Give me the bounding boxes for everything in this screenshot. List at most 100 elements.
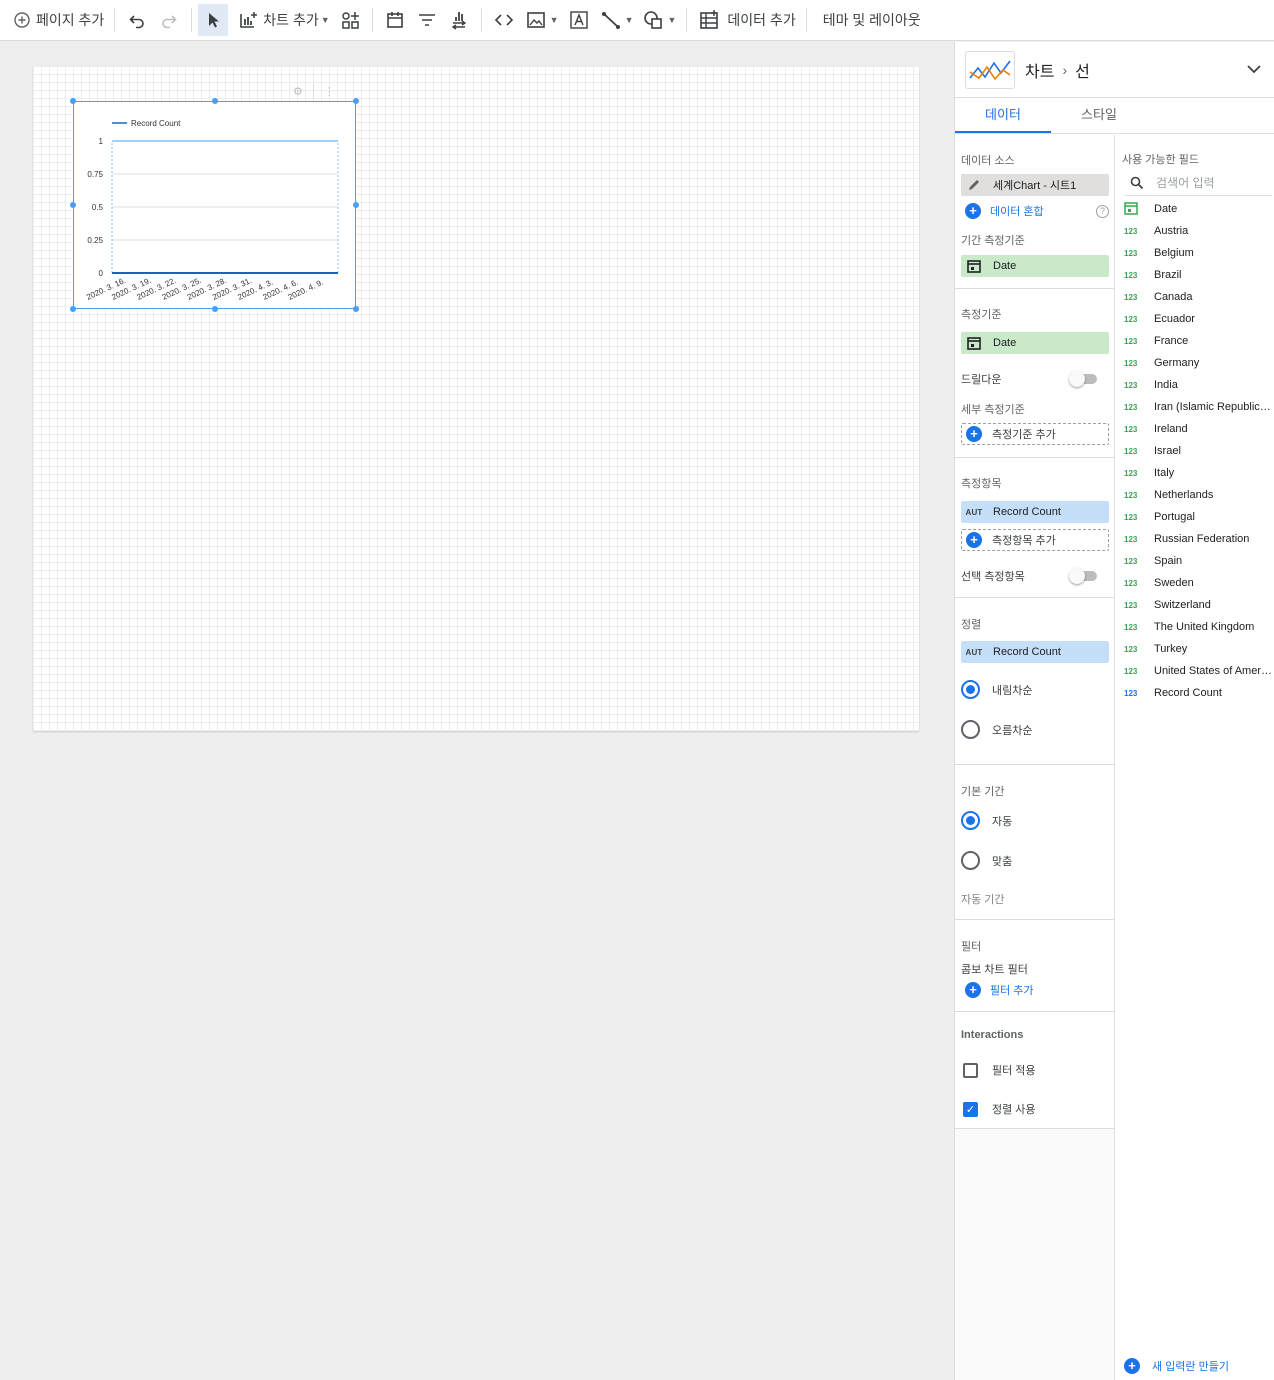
field-item[interactable]: 123 United States of America xyxy=(1124,660,1274,682)
report-canvas[interactable]: ⚙ ⋮ Record Count 1 0.75 0.5 0.25 0 2020. 3. 16… xyxy=(0,42,954,1380)
field-label: Turkey xyxy=(1154,643,1188,655)
redo-button[interactable] xyxy=(153,4,185,36)
field-item[interactable]: 123 Iran (Islamic Republic of) xyxy=(1124,396,1274,418)
field-item[interactable]: 123 Netherlands xyxy=(1124,484,1274,506)
community-viz-button[interactable] xyxy=(334,4,366,36)
line-button[interactable]: ▼ xyxy=(595,4,638,36)
resize-handle[interactable] xyxy=(70,98,76,104)
create-field-button[interactable]: + 새 입력란 만들기 xyxy=(1124,1354,1229,1378)
dropdown-caret-icon: ▼ xyxy=(549,15,559,25)
field-item[interactable]: 123 Turkey xyxy=(1124,638,1274,660)
select-tool-button[interactable] xyxy=(198,4,229,36)
resize-handle[interactable] xyxy=(70,202,76,208)
line-chart[interactable]: Record Count 1 0.75 0.5 0.25 0 2020. 3. 16. 202… xyxy=(70,98,359,312)
text-box-button[interactable] xyxy=(563,4,595,36)
pencil-icon[interactable] xyxy=(961,178,987,192)
filter-control-button[interactable] xyxy=(411,4,443,36)
radio-unselected[interactable] xyxy=(961,720,980,739)
resize-handle[interactable] xyxy=(70,306,76,312)
field-item[interactable]: 123 Austria xyxy=(1124,220,1274,242)
resize-handle[interactable] xyxy=(353,306,359,312)
field-search-input[interactable]: 검색어 입력 xyxy=(1124,170,1272,196)
data-control-button[interactable] xyxy=(443,4,475,36)
sort-ascending-option[interactable]: 오름차순 xyxy=(961,720,1032,739)
tab-style[interactable]: 스타일 xyxy=(1051,98,1147,133)
apply-filter-option[interactable]: 필터 적용 xyxy=(963,1062,1036,1078)
field-item[interactable]: 123 Portugal xyxy=(1124,506,1274,528)
tab-data[interactable]: 데이터 xyxy=(955,98,1051,133)
date-range-dimension-chip[interactable]: Date xyxy=(961,255,1109,277)
field-item[interactable]: 123 Spain xyxy=(1124,550,1274,572)
field-item[interactable]: 123 Russian Federation xyxy=(1124,528,1274,550)
dimension-chip[interactable]: Date xyxy=(961,332,1109,354)
shape-button[interactable]: ▼ xyxy=(637,4,680,36)
add-page-button[interactable]: 페이지 추가 xyxy=(6,4,108,36)
field-label: Austria xyxy=(1154,225,1189,237)
enable-sort-option[interactable]: ✓ 정렬 사용 xyxy=(963,1101,1036,1117)
help-icon[interactable]: ? xyxy=(1096,204,1109,218)
optional-metrics-toggle[interactable] xyxy=(1069,568,1097,584)
blend-data-button[interactable]: + 데이터 혼합 ? xyxy=(965,203,1109,219)
component-icon[interactable]: ⚙ xyxy=(293,85,303,98)
undo-button[interactable] xyxy=(121,4,153,36)
option-label: 정렬 사용 xyxy=(992,1104,1036,1116)
number-type-icon: 123 xyxy=(1124,270,1138,280)
field-label: Date xyxy=(1154,203,1178,215)
aggregation-badge[interactable]: AUT xyxy=(961,508,987,517)
add-data-button[interactable]: 데이터 추가 xyxy=(693,4,799,36)
range-custom-option[interactable]: 맞춤 xyxy=(961,851,1012,870)
field-label: Canada xyxy=(1154,291,1193,303)
range-auto-option[interactable]: 자동 xyxy=(961,811,1012,830)
theme-layout-button[interactable]: 테마 및 레이아웃 xyxy=(813,4,925,36)
field-item[interactable]: 123 Record Count xyxy=(1124,682,1274,704)
sort-descending-option[interactable]: 내림차순 xyxy=(961,680,1032,699)
divider xyxy=(114,8,116,32)
field-item[interactable]: 123 France xyxy=(1124,330,1274,352)
add-dimension-button[interactable]: + 측정기준 추가 xyxy=(961,423,1109,445)
field-item[interactable]: 123 Italy xyxy=(1124,462,1274,484)
field-item[interactable]: Date xyxy=(1124,198,1274,220)
field-item[interactable]: 123 Canada xyxy=(1124,286,1274,308)
embed-url-button[interactable] xyxy=(488,4,520,36)
field-item[interactable]: 123 Switzerland xyxy=(1124,594,1274,616)
field-item[interactable]: 123 Belgium xyxy=(1124,242,1274,264)
metric-chip[interactable]: AUT Record Count xyxy=(961,501,1109,523)
add-chart-label: 차트 추가 xyxy=(263,12,319,28)
field-item[interactable]: 123 Ireland xyxy=(1124,418,1274,440)
chip-label: Date xyxy=(993,260,1017,272)
checkbox-checked[interactable]: ✓ xyxy=(963,1101,978,1117)
chevron-down-icon[interactable] xyxy=(1246,61,1262,79)
field-item[interactable]: 123 Brazil xyxy=(1124,264,1274,286)
field-item[interactable]: 123 Israel xyxy=(1124,440,1274,462)
add-filter-button[interactable]: + 필터 추가 xyxy=(965,982,1034,998)
dropdown-caret-icon: ▼ xyxy=(624,15,634,25)
chart-type-picker[interactable] xyxy=(965,50,1015,89)
field-item[interactable]: 123 Germany xyxy=(1124,352,1274,374)
add-metric-button[interactable]: + 측정항목 추가 xyxy=(961,529,1109,551)
resize-handle[interactable] xyxy=(353,98,359,104)
resize-handle[interactable] xyxy=(353,202,359,208)
image-button[interactable]: ▼ xyxy=(520,4,563,36)
field-item[interactable]: 123 The United Kingdom xyxy=(1124,616,1274,638)
field-item[interactable]: 123 India xyxy=(1124,374,1274,396)
drilldown-toggle[interactable] xyxy=(1069,371,1097,387)
report-page[interactable]: ⚙ ⋮ Record Count 1 0.75 0.5 0.25 0 2020. 3. 16… xyxy=(33,66,919,731)
resize-handle[interactable] xyxy=(212,306,218,312)
radio-unselected[interactable] xyxy=(961,851,980,870)
add-chart-button[interactable]: 차트 추가 ▼ xyxy=(232,4,333,36)
field-item[interactable]: 123 Ecuador xyxy=(1124,308,1274,330)
radio-selected[interactable] xyxy=(961,680,980,699)
date-range-control-button[interactable] xyxy=(379,4,411,36)
sort-chip[interactable]: AUT Record Count xyxy=(961,641,1109,663)
divider xyxy=(480,8,482,32)
interactions-section: Interactions 필터 적용 ✓ 정렬 사용 xyxy=(955,1012,1114,1129)
field-label: Italy xyxy=(1154,467,1175,479)
more-vert-icon[interactable]: ⋮ xyxy=(324,85,335,98)
aggregation-badge[interactable]: AUT xyxy=(961,648,987,657)
data-source-chip[interactable]: 세계Chart - 시트1 xyxy=(961,174,1109,196)
option-label: 내림차순 xyxy=(992,684,1033,697)
checkbox-unchecked[interactable] xyxy=(963,1062,978,1078)
resize-handle[interactable] xyxy=(212,98,218,104)
radio-selected[interactable] xyxy=(961,811,980,830)
field-item[interactable]: 123 Sweden xyxy=(1124,572,1274,594)
